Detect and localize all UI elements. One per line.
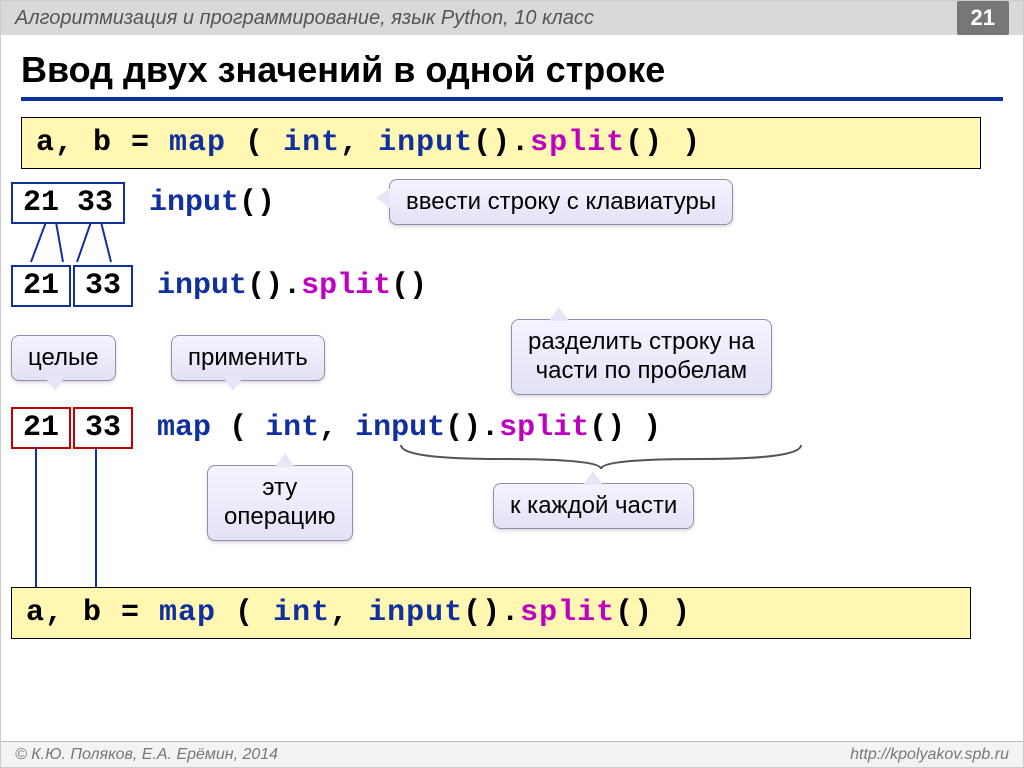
pointer-icon (45, 377, 65, 391)
kw-input: input (368, 596, 463, 630)
label-whole: целые (11, 335, 116, 381)
code-text: () ) (625, 126, 701, 160)
topbar-title: Алгоритмизация и программирование, язык … (15, 7, 594, 30)
box-part1: 21 (11, 265, 71, 307)
content-area: a, b = map ( int, input().split() ) 21 3… (1, 107, 1023, 747)
code-text: a, b = (36, 126, 169, 160)
pointer-icon (583, 471, 603, 485)
page-number-badge: 21 (957, 1, 1009, 35)
code-text: (). (247, 269, 301, 303)
code-text: (). (445, 411, 499, 445)
row-input: 21 33 input() (11, 182, 275, 224)
code-text: ( (211, 411, 265, 445)
code-text: ( (226, 126, 283, 160)
label-apply: применить (171, 335, 325, 381)
kw-input: input (149, 186, 239, 220)
footer-right: http://kpolyakov.spb.ru (850, 746, 1009, 764)
connector-lines-vertical (1, 442, 141, 702)
row-split: 2133 input().split() (11, 265, 427, 307)
code-text: () ) (589, 411, 661, 445)
pointer-icon (376, 188, 390, 208)
label-each-part: к каждой части (493, 483, 694, 529)
label-this-op: эту операцию (207, 465, 353, 541)
kw-split: split (499, 411, 589, 445)
page-title: Ввод двух значений в одной строке (21, 49, 1003, 101)
code-block-bottom: a, b = map ( int, input().split() ) (11, 587, 971, 639)
code-paren: () (239, 186, 275, 220)
code-block-top: a, b = map ( int, input().split() ) (21, 117, 981, 169)
pointer-icon (275, 453, 295, 467)
pointer-icon (549, 307, 569, 321)
box-int-part1: 21 (11, 407, 71, 449)
kw-split: split (530, 126, 625, 160)
row-map: 2133 map ( int, input().split() ) (11, 407, 661, 449)
code-text: , (330, 596, 368, 630)
kw-int: int (283, 126, 340, 160)
kw-int: int (265, 411, 319, 445)
code-text: , (319, 411, 355, 445)
code-text: () ) (615, 596, 691, 630)
kw-input: input (355, 411, 445, 445)
pointer-icon (223, 377, 243, 391)
code-text: a, b = (26, 596, 159, 630)
box-raw-input: 21 33 (11, 182, 125, 224)
kw-input: input (378, 126, 473, 160)
code-text: ( (216, 596, 273, 630)
kw-input: input (157, 269, 247, 303)
code-text: () (391, 269, 427, 303)
kw-split: split (520, 596, 615, 630)
box-int-part2: 33 (73, 407, 133, 449)
code-text: (). (473, 126, 530, 160)
label-keyboard-input: ввести строку с клавиатуры (389, 179, 733, 225)
kw-split: split (301, 269, 391, 303)
label-split-spaces: разделить строку на части по пробелам (511, 319, 772, 395)
kw-int: int (273, 596, 330, 630)
kw-map: map (169, 126, 226, 160)
kw-map: map (159, 596, 216, 630)
top-bar: Алгоритмизация и программирование, язык … (1, 1, 1023, 35)
kw-map: map (157, 411, 211, 445)
code-text: (). (463, 596, 520, 630)
code-text: , (340, 126, 378, 160)
bottom-bar: © К.Ю. Поляков, Е.А. Ерёмин, 2014 http:/… (1, 741, 1023, 767)
footer-left: © К.Ю. Поляков, Е.А. Ерёмин, 2014 (15, 746, 278, 764)
box-part2: 33 (73, 265, 133, 307)
